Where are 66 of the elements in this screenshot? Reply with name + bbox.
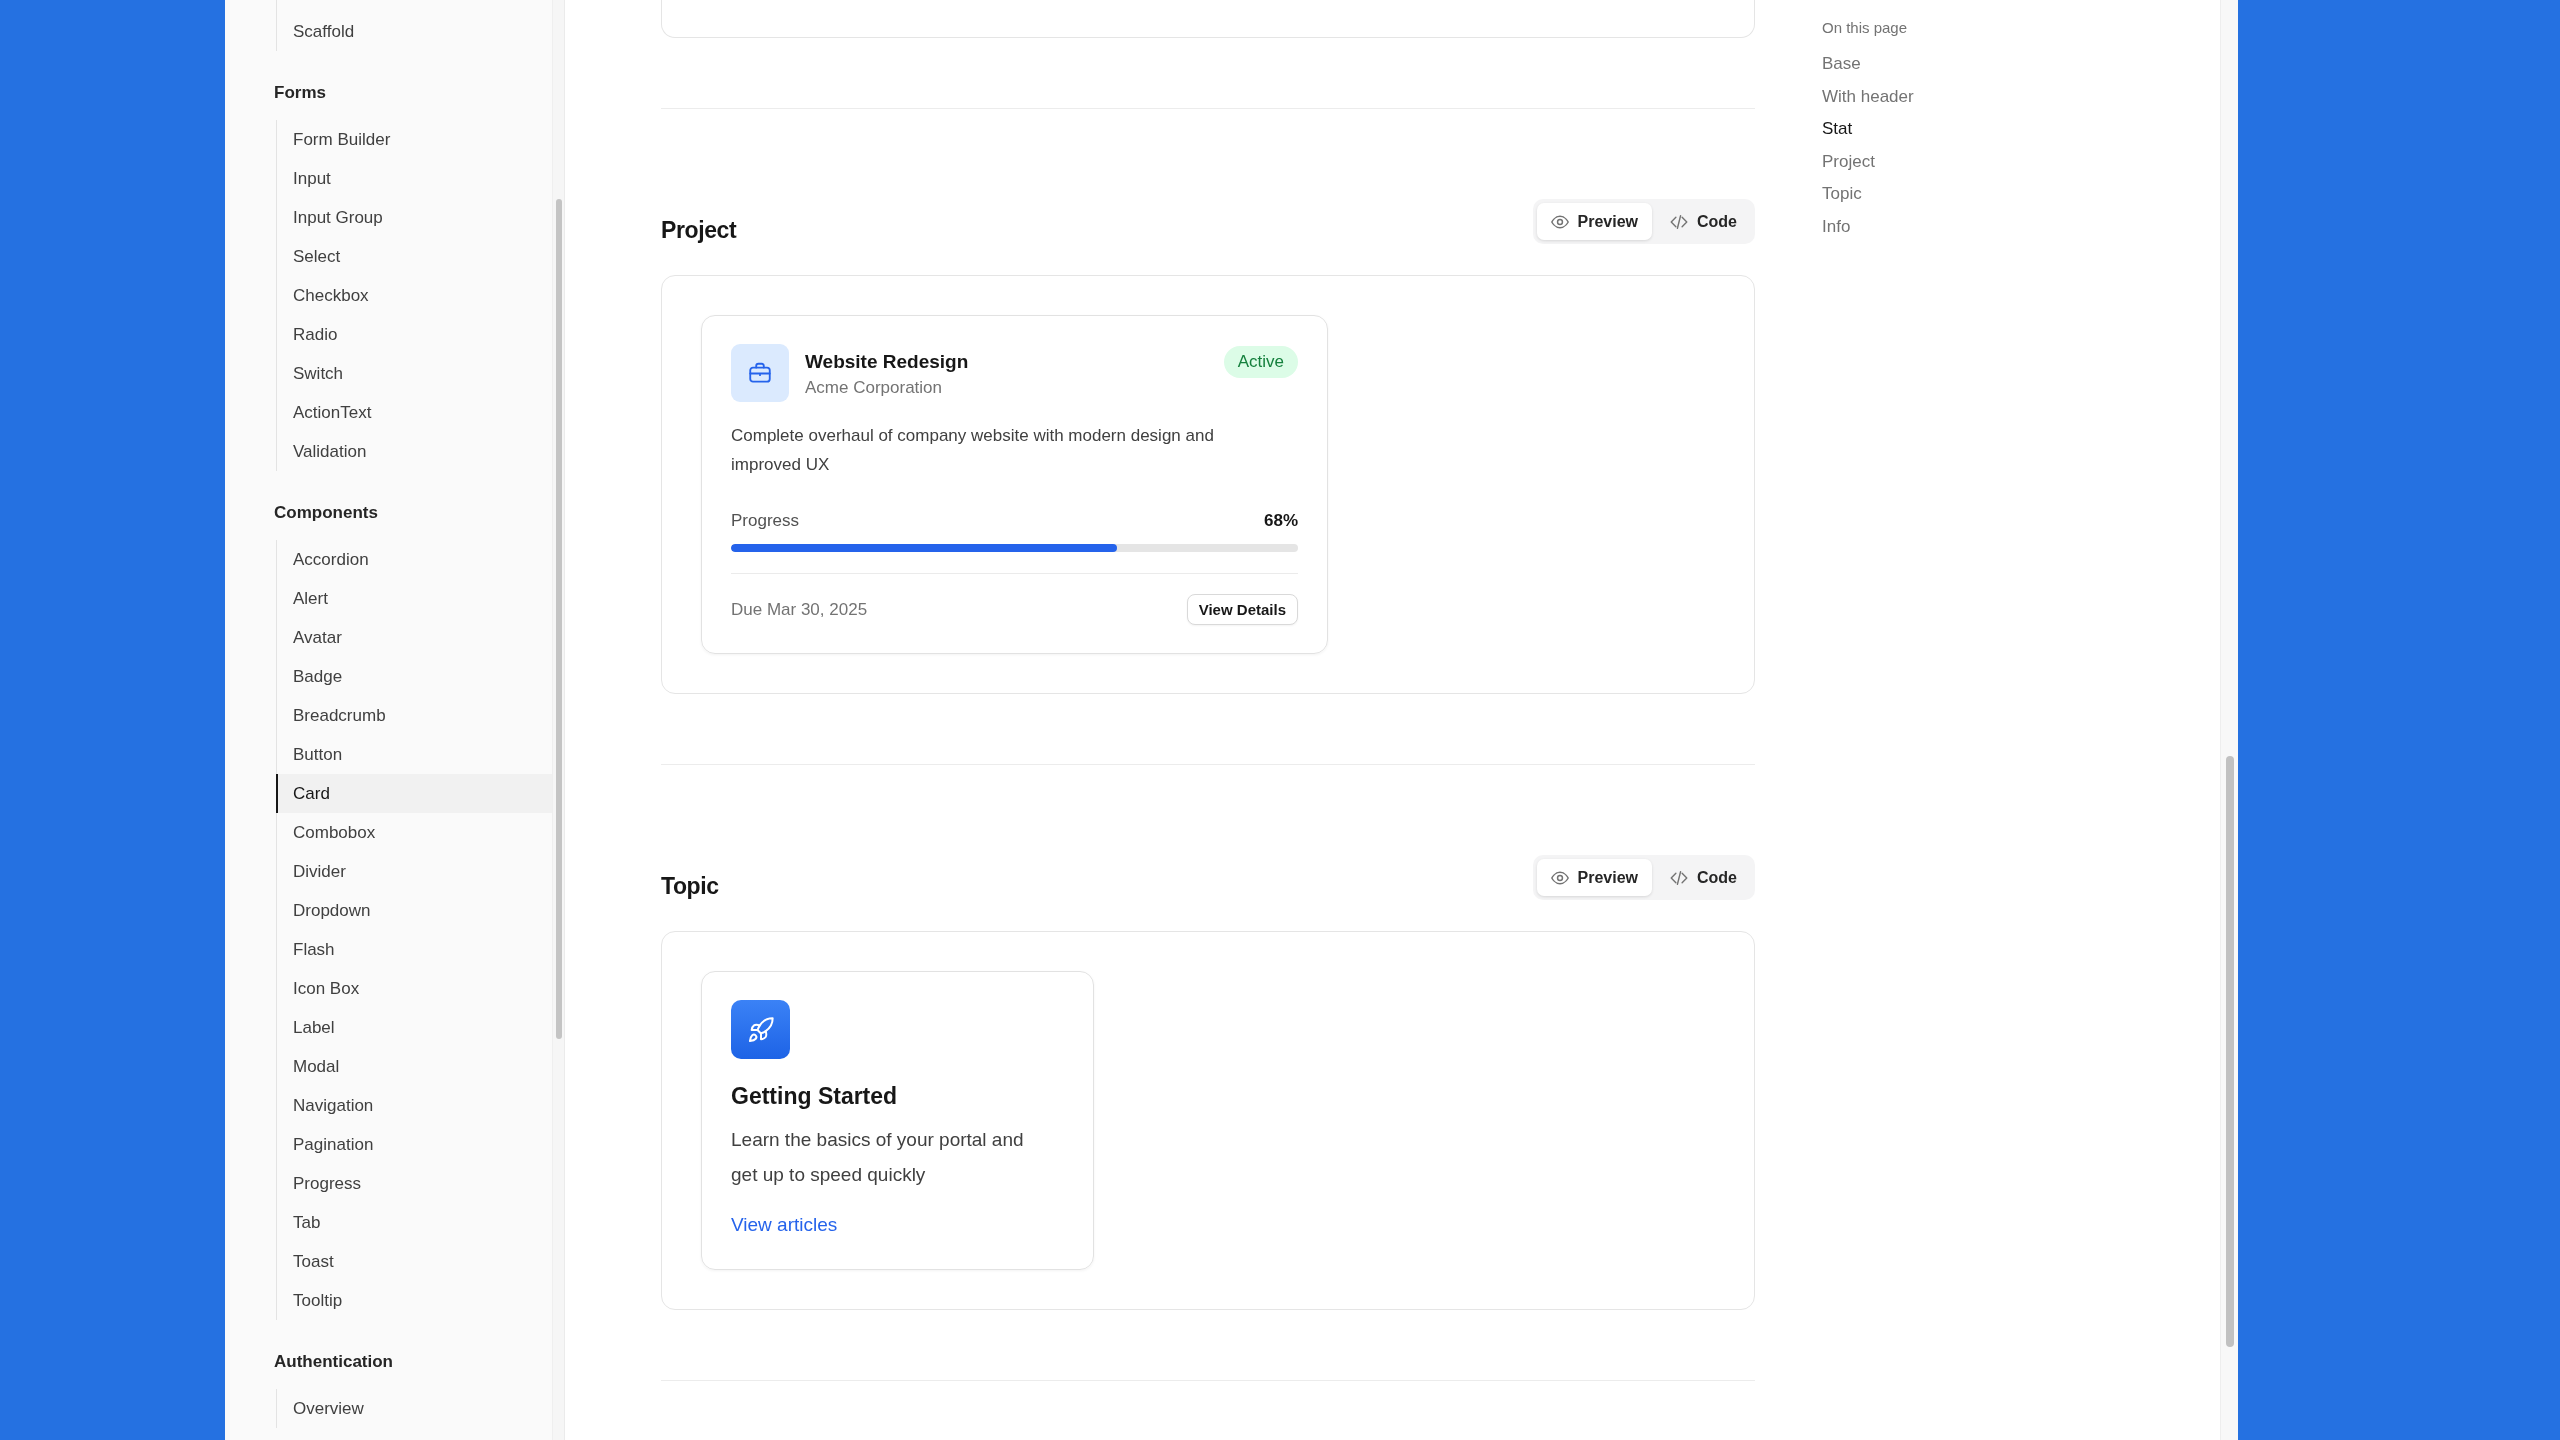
sidebar-heading: Forms: [274, 82, 326, 104]
sidebar-item[interactable]: Accordion: [276, 540, 552, 579]
sidebar-item[interactable]: Divider: [276, 852, 552, 891]
sidebar-item[interactable]: Toast: [276, 1242, 552, 1281]
project-title: Website Redesign: [805, 350, 970, 374]
sidebar-item[interactable]: Flash: [276, 930, 552, 969]
sidebar-item[interactable]: Form Builder: [276, 120, 552, 159]
sidebar-item[interactable]: Tab: [276, 1203, 552, 1242]
sidebar-item[interactable]: Dropdown: [276, 891, 552, 930]
topic-title: Getting Started: [731, 1082, 899, 1111]
sidebar-heading: Authentication: [274, 1351, 393, 1373]
topic-description: Learn the basics of your portal and get up to speed quickly: [731, 1128, 1025, 1187]
code-icon: [1670, 870, 1688, 885]
toc-link[interactable]: Topic: [1822, 178, 1862, 211]
view-articles-link[interactable]: View articles: [731, 1210, 838, 1240]
sidebar-item[interactable]: Scaffold: [276, 12, 552, 51]
progress-value: 68%: [1263, 510, 1298, 532]
sidebar-item[interactable]: Navigation: [276, 1086, 552, 1125]
sidebar-item[interactable]: Breadcrumb: [276, 696, 552, 735]
section-heading: Project: [661, 216, 737, 244]
project-description: Complete overhaul of company website with modern design and improved UX: [731, 425, 1215, 476]
sidebar-heading: Components: [274, 502, 378, 524]
sidebar-item[interactable]: Input Group: [276, 198, 552, 237]
sidebar-item[interactable]: Badge: [276, 657, 552, 696]
sidebar-item[interactable]: Input: [276, 159, 552, 198]
toc-link[interactable]: With header: [1822, 80, 1914, 114]
sidebar-item[interactable]: Overview: [276, 1389, 552, 1428]
due-date: Due Mar 30, 2025: [731, 599, 868, 620]
view-mode-tab[interactable]: Code: [1656, 203, 1751, 240]
eye-icon: [1550, 214, 1569, 229]
sidebar-item[interactable]: Button: [276, 735, 552, 774]
scrollbar-thumb[interactable]: [555, 199, 562, 1039]
sidebar-item[interactable]: Alert: [276, 579, 552, 618]
sidebar-item[interactable]: Switch: [276, 354, 552, 393]
project-client: Acme Corporation: [805, 377, 943, 399]
toc-heading: On this page: [1822, 18, 1908, 38]
toc-link[interactable]: Base: [1822, 48, 1861, 81]
sidebar-item[interactable]: ActionText: [276, 393, 552, 432]
sidebar-item[interactable]: Card: [276, 774, 552, 813]
sidebar-item[interactable]: Progress: [276, 1164, 552, 1203]
sidebar-item[interactable]: Tooltip: [276, 1281, 552, 1320]
progress-label: Progress: [731, 510, 800, 532]
status-badge: Active: [1223, 346, 1298, 378]
sidebar-item[interactable]: Modal: [276, 1047, 552, 1086]
briefcase-icon: [731, 344, 789, 402]
rocket-icon: [731, 1000, 790, 1059]
sidebar-item[interactable]: Label: [276, 1008, 552, 1047]
view-mode-tab[interactable]: Preview: [1536, 203, 1652, 240]
sidebar-item[interactable]: Icon Box: [276, 969, 552, 1008]
view-mode-tab[interactable]: Code: [1656, 859, 1751, 896]
eye-icon: [1550, 870, 1569, 885]
code-icon: [1670, 214, 1688, 229]
view-details-button[interactable]: View Details: [1186, 594, 1298, 625]
sidebar-item[interactable]: Combobox: [276, 813, 552, 852]
sidebar-item[interactable]: Select: [276, 237, 552, 276]
toc-link[interactable]: Info: [1822, 210, 1851, 244]
toc-link[interactable]: Stat: [1822, 113, 1853, 146]
sidebar-item[interactable]: Validation: [276, 432, 552, 471]
sidebar-item[interactable]: Radio: [276, 315, 552, 354]
scrollbar-thumb[interactable]: [2225, 756, 2234, 1347]
view-mode-tab[interactable]: Preview: [1536, 859, 1652, 896]
toc-link[interactable]: Project: [1822, 145, 1875, 179]
sidebar-item[interactable]: Checkbox: [276, 276, 552, 315]
section-heading: Topic: [661, 872, 719, 900]
sidebar-item[interactable]: Pagination: [276, 1125, 552, 1164]
sidebar-item[interactable]: Avatar: [276, 618, 552, 657]
